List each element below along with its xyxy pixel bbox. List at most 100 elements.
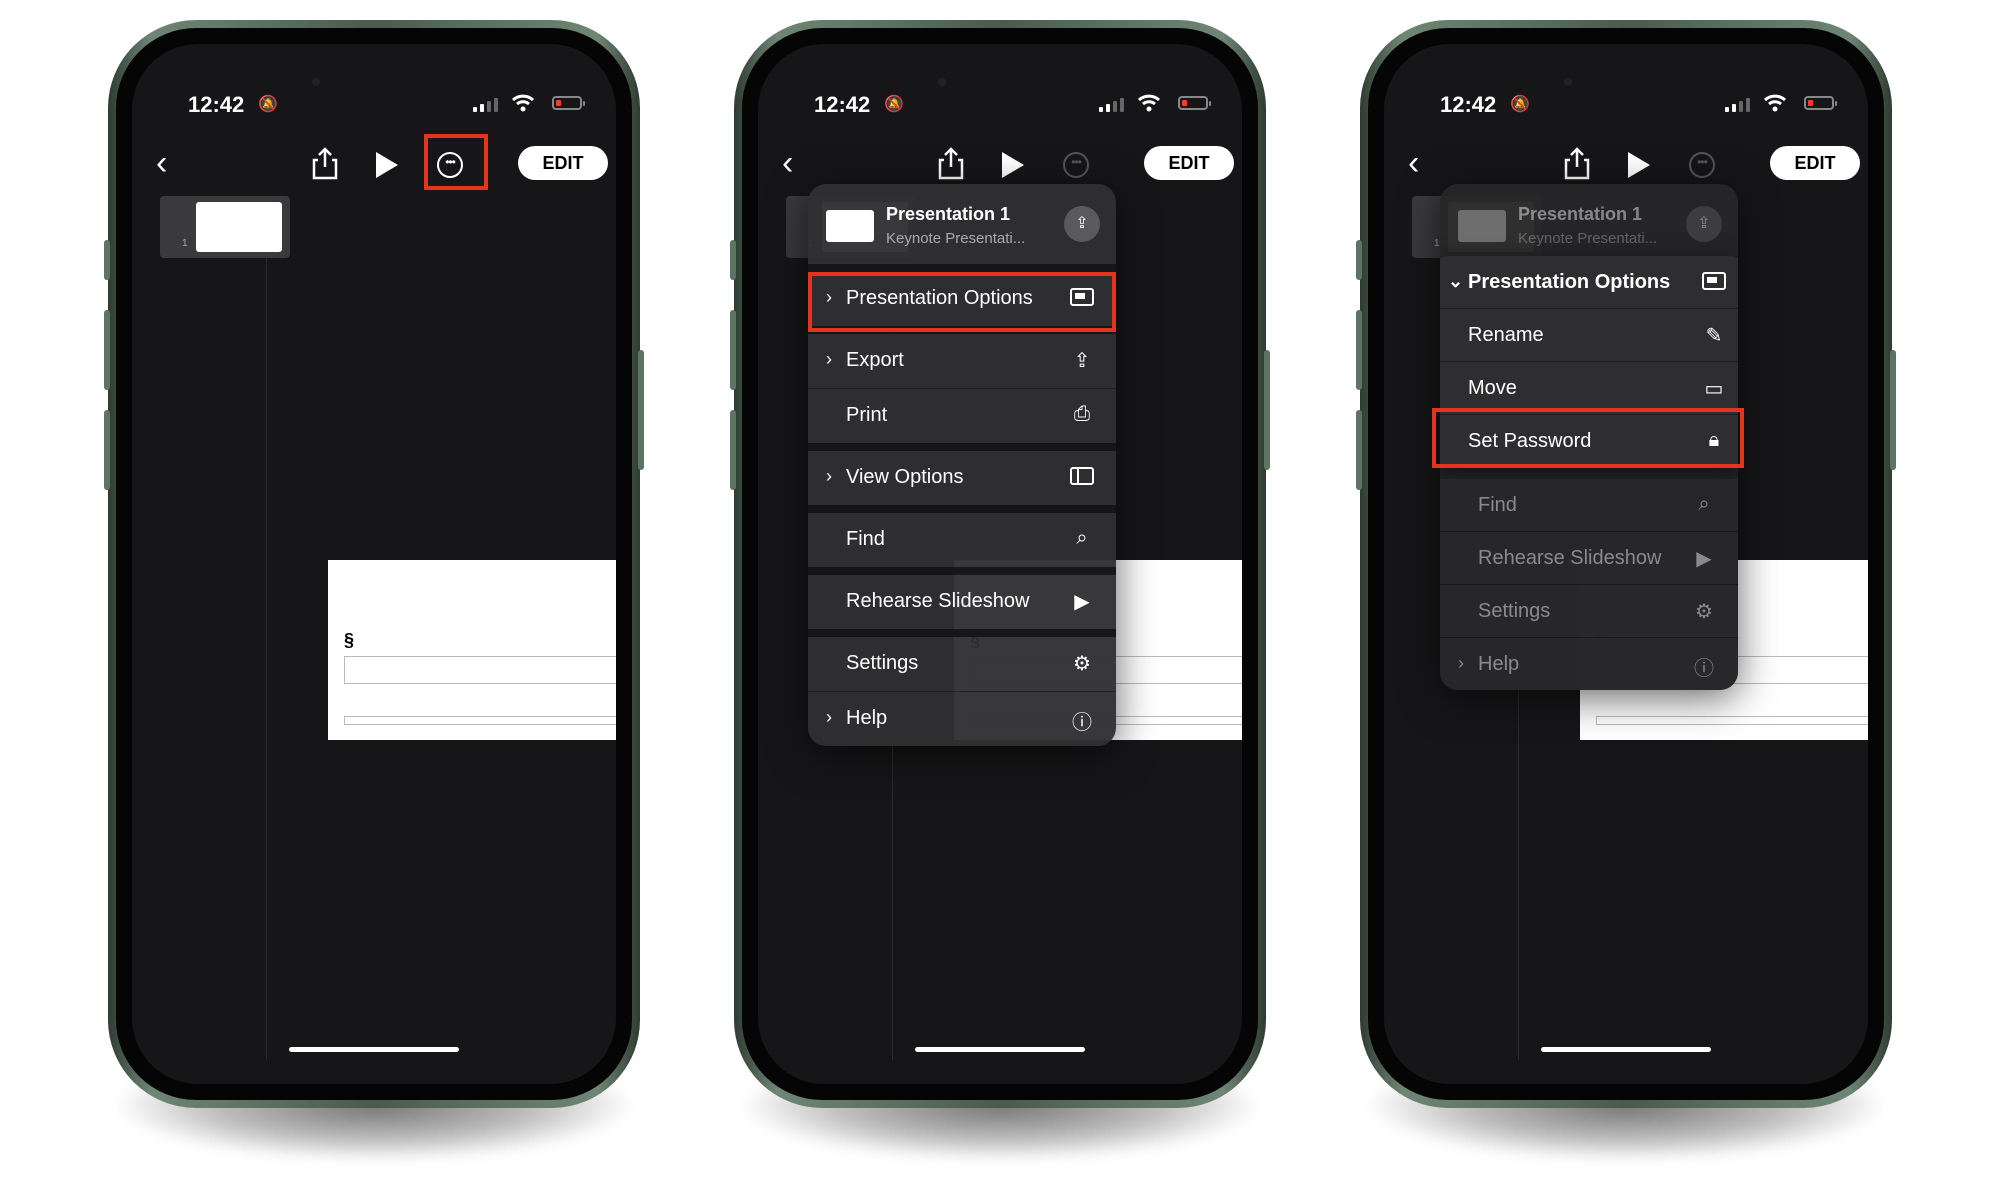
- menu-item-label: Rename: [1468, 324, 1544, 346]
- action-button: [1356, 240, 1362, 280]
- help-icon: ⓘ: [1072, 712, 1092, 734]
- power-button: [1890, 350, 1896, 470]
- highlight-presentation-options: [808, 272, 1116, 332]
- edit-button[interactable]: EDIT: [1770, 146, 1860, 180]
- slide-canvas[interactable]: §: [328, 560, 616, 740]
- play-box-icon: ▶: [1074, 591, 1090, 613]
- menu-item-print[interactable]: Print ⎙: [808, 389, 1116, 451]
- action-button: [104, 240, 110, 280]
- volume-down-button: [730, 410, 736, 490]
- power-button: [638, 350, 644, 470]
- pencil-icon: ✎: [1705, 325, 1723, 347]
- slide-line: [344, 716, 616, 725]
- play-button[interactable]: [1628, 152, 1650, 178]
- toolbar: ‹ ••• EDIT: [1384, 144, 1868, 184]
- menu-item-help[interactable]: › Help ⓘ: [808, 692, 1116, 746]
- slide-thumbnail[interactable]: 1: [160, 196, 290, 258]
- back-button[interactable]: ‹: [782, 146, 793, 180]
- submenu-header-presentation-options[interactable]: ⌄ Presentation Options: [1440, 256, 1738, 309]
- submenu-title: Presentation Options: [1468, 271, 1671, 293]
- edit-button[interactable]: EDIT: [518, 146, 608, 180]
- menu-item-label: Move: [1468, 377, 1517, 399]
- home-indicator[interactable]: [289, 1047, 459, 1052]
- slide-symbol: §: [344, 630, 355, 650]
- highlight-set-password: [1432, 408, 1744, 468]
- cellular-signal-icon: [1725, 98, 1750, 112]
- back-button[interactable]: ‹: [1408, 146, 1419, 180]
- presentation-icon: [1702, 270, 1726, 294]
- help-icon: ⓘ: [1694, 658, 1714, 680]
- battery-icon: [1804, 96, 1837, 110]
- share-document-icon[interactable]: ⇪: [1064, 206, 1100, 242]
- dimmed-menu-items: Find ⌕ Rehearse Slideshow ▶ Settings ⚙ ›…: [1440, 479, 1738, 690]
- wifi-icon: [1138, 94, 1160, 112]
- status-bar: 12:42 🔕: [1384, 84, 1868, 124]
- wifi-icon: [1764, 94, 1786, 112]
- menu-item-settings[interactable]: Settings ⚙: [808, 637, 1116, 692]
- sidebar-icon: [1070, 465, 1094, 489]
- more-menu: Presentation 1 Keynote Presentati... ⇪ ›…: [808, 184, 1116, 746]
- share-icon[interactable]: [310, 146, 340, 180]
- slide-number: 1: [182, 238, 188, 249]
- edit-button[interactable]: EDIT: [1144, 146, 1234, 180]
- status-bar: 12:42 🔕: [132, 84, 616, 124]
- status-time: 12:42: [1440, 92, 1497, 117]
- play-box-icon: ▶: [1696, 548, 1712, 570]
- volume-up-button: [730, 310, 736, 390]
- gear-icon: ⚙: [1073, 653, 1091, 675]
- document-subtitle: Keynote Presentati...: [886, 230, 1026, 247]
- silent-bell-icon: 🔕: [884, 96, 904, 113]
- share-icon[interactable]: [936, 146, 966, 180]
- screen: 12:42 🔕 ‹ ••• EDIT 1 §: [132, 44, 616, 1084]
- volume-up-button: [104, 310, 110, 390]
- home-indicator[interactable]: [915, 1047, 1085, 1052]
- volume-down-button: [1356, 410, 1362, 490]
- play-button[interactable]: [1002, 152, 1024, 178]
- toolbar: ‹ ••• EDIT: [132, 144, 616, 184]
- highlight-more-button: [424, 134, 488, 190]
- menu-item-rename[interactable]: Rename ✎: [1440, 309, 1738, 362]
- share-icon[interactable]: [1562, 146, 1592, 180]
- menu-item-view-options[interactable]: › View Options: [808, 451, 1116, 513]
- phone-2: 12:42 🔕 ‹ ••• EDIT 1 § Presentation 1 Ke…: [730, 20, 1270, 1160]
- more-options-button[interactable]: •••: [1063, 152, 1089, 178]
- menu-item-rehearse-slideshow[interactable]: Rehearse Slideshow ▶: [808, 575, 1116, 637]
- share-document-icon[interactable]: ⇪: [1686, 206, 1722, 242]
- menu-item-export[interactable]: › Export ⇪: [808, 334, 1116, 389]
- menu-item-help[interactable]: › Help ⓘ: [1440, 638, 1738, 690]
- status-bar: 12:42 🔕: [758, 84, 1242, 124]
- screen: 12:42 🔕 ‹ ••• EDIT 1 § Presentation 1 Ke…: [1384, 44, 1868, 1084]
- wifi-icon: [512, 94, 534, 112]
- menu-item-label: Help: [846, 707, 888, 729]
- document-thumbnail: [826, 210, 874, 242]
- menu-item-label: Settings: [846, 652, 919, 674]
- menu-item-find[interactable]: Find ⌕: [808, 513, 1116, 575]
- menu-item-label: Settings: [1478, 600, 1551, 622]
- more-options-button[interactable]: •••: [1689, 152, 1715, 178]
- power-button: [1264, 350, 1270, 470]
- slide-navigator: 1: [156, 196, 290, 1060]
- menu-item-label: Help: [1478, 653, 1520, 675]
- menu-item-label: Find: [846, 528, 885, 550]
- back-button[interactable]: ‹: [156, 146, 167, 180]
- chevron-right-icon: ›: [826, 466, 832, 486]
- menu-item-find[interactable]: Find ⌕: [1440, 479, 1738, 532]
- menu-item-label: Export: [846, 349, 904, 371]
- volume-up-button: [1356, 310, 1362, 390]
- gear-icon: ⚙: [1695, 601, 1713, 623]
- slide-textbox: [344, 656, 616, 684]
- printer-icon: ⎙: [1074, 403, 1090, 425]
- toolbar: ‹ ••• EDIT: [758, 144, 1242, 184]
- play-button[interactable]: [376, 152, 398, 178]
- menu-item-rehearse-slideshow[interactable]: Rehearse Slideshow ▶: [1440, 532, 1738, 585]
- home-indicator[interactable]: [1541, 1047, 1711, 1052]
- export-icon: ⇪: [1073, 350, 1091, 372]
- search-icon: ⌕: [1076, 527, 1088, 549]
- document-thumbnail: [1458, 210, 1506, 242]
- chevron-down-icon: ⌄: [1448, 271, 1464, 291]
- document-header: Presentation 1 Keynote Presentati... ⇪: [808, 184, 1116, 272]
- menu-item-label: Rehearse Slideshow: [846, 590, 1030, 612]
- menu-item-settings[interactable]: Settings ⚙: [1440, 585, 1738, 638]
- slide-number: 1: [1434, 238, 1440, 249]
- menu-item-label: Rehearse Slideshow: [1478, 547, 1662, 569]
